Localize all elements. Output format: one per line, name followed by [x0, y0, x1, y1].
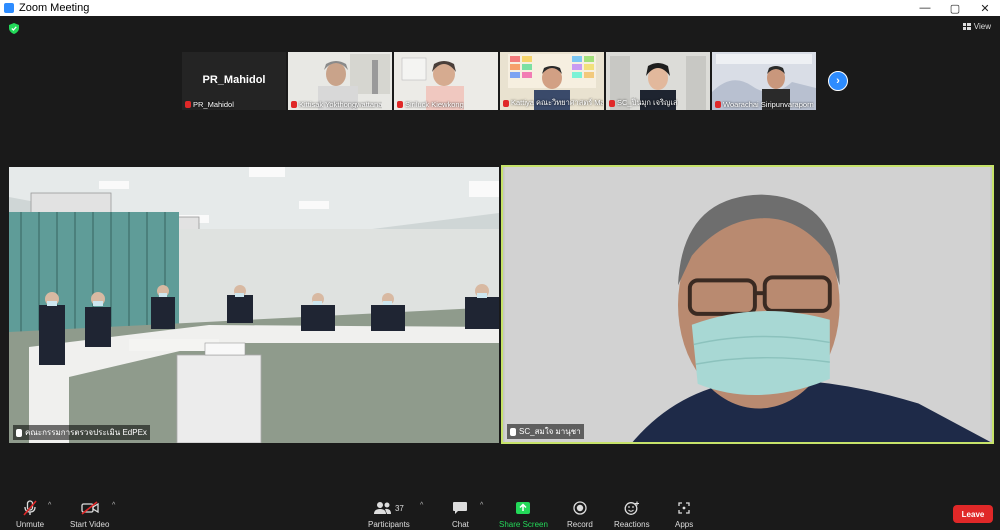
participant-label: Kattiya คณะวิทยาศาสตร์ Mahidol Science — [503, 97, 603, 109]
chevron-up-icon[interactable]: ^ — [112, 502, 115, 509]
zoom-app-icon — [4, 3, 14, 13]
participant-label: Kittisak Yokthongwattana — [291, 100, 382, 109]
security-shield-icon[interactable] — [9, 23, 19, 34]
participant-label: SC_สมใจ มานุชา — [507, 424, 584, 439]
maximize-button[interactable]: ▢ — [940, 0, 970, 16]
start-video-button[interactable]: Start Video — [70, 500, 109, 529]
chevron-up-icon[interactable]: ^ — [420, 502, 423, 509]
window-title: Zoom Meeting — [19, 2, 90, 14]
mic-icon — [16, 428, 22, 437]
participant-display-name: PR_Mahidol — [202, 74, 266, 86]
video-feed-image — [9, 167, 499, 443]
participant-label: คณะกรรมการตรวจประเมิน EdPEx — [13, 425, 150, 440]
chat-button[interactable]: Chat — [452, 500, 469, 529]
video-camera-off-icon — [81, 500, 99, 516]
participants-button[interactable]: 37 Participants — [368, 500, 410, 529]
window-controls: — ▢ ✕ — [910, 0, 1000, 16]
muted-mic-icon — [503, 99, 509, 107]
participant-label: Woarachai Siripunvaraporn — [715, 100, 814, 109]
meeting-toolbar: Unmute ^ Start Video ^ 37 Participants ^… — [0, 494, 1000, 530]
participant-label: Siriluck Kiewkong — [397, 100, 464, 109]
thumbnail-sc-pinmuk[interactable]: SC_ปิ่นมุก เจริญเส — [606, 52, 710, 110]
window-titlebar: Zoom Meeting — ▢ ✕ — [0, 0, 1000, 16]
minimize-button[interactable]: — — [910, 0, 940, 16]
chevron-up-icon[interactable]: ^ — [48, 502, 51, 509]
unmute-button[interactable]: Unmute — [16, 500, 44, 529]
chevron-right-icon[interactable]: › — [828, 71, 848, 91]
thumbnail-woarachai[interactable]: Woarachai Siripunvaraporn — [712, 52, 816, 110]
smiley-plus-icon — [624, 500, 640, 516]
video-tile-committee[interactable]: คณะกรรมการตรวจประเมิน EdPEx — [9, 167, 499, 443]
thumbnail-siriluck[interactable]: Siriluck Kiewkong — [394, 52, 498, 110]
muted-mic-icon — [609, 99, 615, 107]
muted-mic-icon — [397, 101, 403, 108]
participants-count: 37 — [394, 503, 404, 513]
chat-bubble-icon — [452, 500, 468, 516]
apps-icon — [677, 500, 691, 516]
video-feed-image — [504, 167, 991, 442]
close-button[interactable]: ✕ — [970, 0, 1000, 16]
reactions-button[interactable]: Reactions — [614, 500, 650, 529]
apps-button[interactable]: Apps — [675, 500, 693, 529]
muted-mic-icon — [291, 101, 297, 108]
record-button[interactable]: Record — [567, 500, 593, 529]
record-icon — [573, 500, 587, 516]
participant-filmstrip: PR_Mahidol PR_Mahidol Kittisak Yokthongw… — [182, 52, 816, 110]
view-label: View — [973, 22, 991, 31]
participant-label: PR_Mahidol — [185, 100, 234, 109]
microphone-muted-icon — [23, 500, 37, 516]
chevron-up-icon[interactable]: ^ — [480, 502, 483, 509]
share-screen-icon — [515, 500, 531, 516]
share-screen-button[interactable]: Share Screen — [499, 500, 548, 529]
muted-mic-icon — [185, 101, 191, 108]
mic-icon — [510, 427, 516, 436]
participants-icon: 37 — [373, 500, 404, 516]
view-button[interactable]: View — [962, 22, 991, 31]
muted-mic-icon — [715, 101, 721, 108]
grid-view-icon — [962, 23, 971, 30]
participant-label: SC_ปิ่นมุก เจริญเส — [609, 97, 678, 109]
video-tile-active-speaker[interactable]: SC_สมใจ มานุชา — [501, 165, 994, 444]
thumbnail-pr-mahidol[interactable]: PR_Mahidol PR_Mahidol — [182, 52, 286, 110]
thumbnail-kattiya[interactable]: Kattiya คณะวิทยาศาสตร์ Mahidol Science — [500, 52, 604, 110]
thumbnail-kittisak[interactable]: Kittisak Yokthongwattana — [288, 52, 392, 110]
leave-button[interactable]: Leave — [953, 505, 993, 523]
